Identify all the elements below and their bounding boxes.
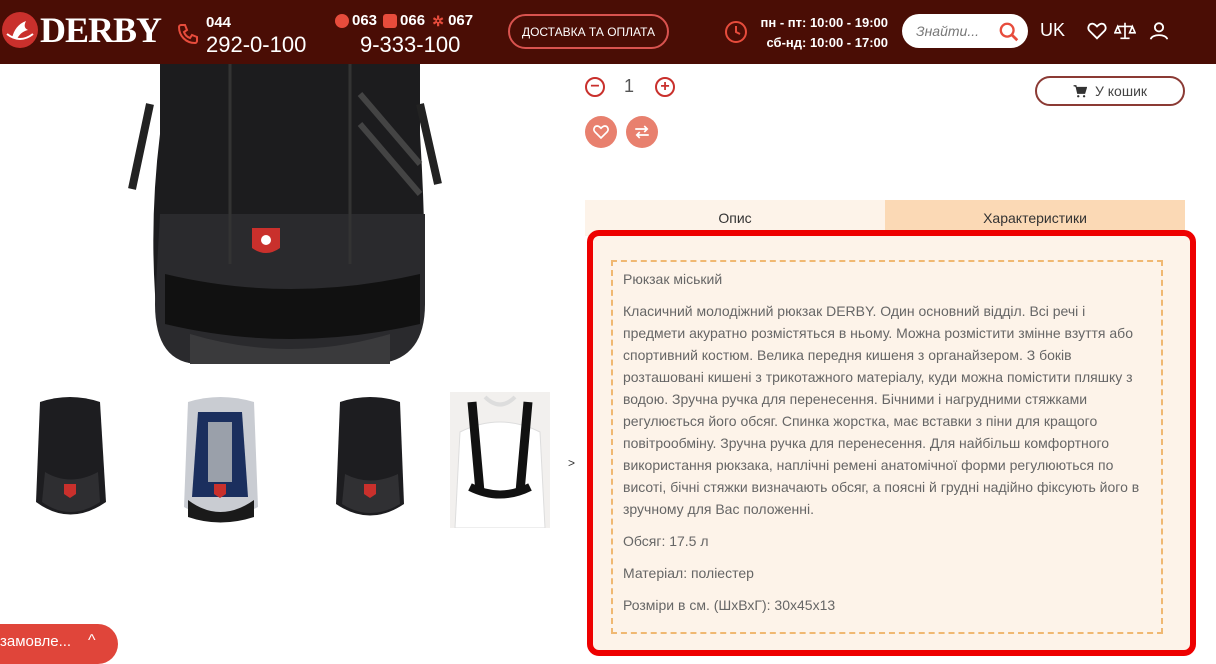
product-material: Матеріал: поліестер	[623, 565, 754, 581]
heart-icon	[593, 125, 609, 140]
phone-code: 044	[206, 14, 232, 31]
hours-weekdays: пн - пт: 10:00 - 19:00	[760, 15, 888, 30]
mobile-code: 063	[352, 12, 378, 29]
kyivstar-icon: ✲	[432, 12, 444, 29]
quantity-increase-button[interactable]: +	[655, 77, 675, 97]
product-description-box: Рюкзак міський Класичний молодіжний рюкз…	[611, 260, 1163, 634]
quantity-decrease-button[interactable]: −	[585, 77, 605, 97]
add-to-cart-label: У кошик	[1094, 83, 1148, 99]
add-to-cart-button[interactable]: У кошик	[1035, 76, 1185, 106]
heart-icon[interactable]	[1086, 20, 1108, 42]
orders-tab-label: замовле...	[0, 633, 72, 650]
search-input[interactable]	[916, 21, 990, 41]
logo[interactable]: DERBY	[2, 10, 162, 50]
tab-content-panel: Рюкзак міський Класичний молодіжний рюкз…	[587, 230, 1196, 656]
product-title: Рюкзак міський	[623, 271, 723, 287]
product-volume: Обсяг: 17.5 л	[623, 533, 709, 549]
site-header: DERBY 044 292-0-100 063 066 ✲ 067 9-333-1…	[0, 0, 1216, 64]
cart-icon	[1073, 85, 1087, 98]
vodafone-icon	[383, 13, 398, 28]
compare-arrows-icon	[635, 125, 649, 139]
user-icon[interactable]	[1148, 20, 1170, 42]
mobile-codes: 063 066 ✲ 067	[335, 12, 505, 29]
language-switch[interactable]: UK	[1040, 20, 1065, 41]
working-hours: пн - пт: 10:00 - 19:00 сб-нд: 10:00 - 17…	[752, 13, 888, 53]
mobile-phone[interactable]: 063 066 ✲ 067 9-333-100	[335, 12, 505, 57]
search-box[interactable]	[902, 14, 1028, 48]
delivery-payment-button[interactable]: ДОСТАВКА ТА ОПЛАТА	[508, 14, 669, 49]
orders-popup-tab[interactable]: замовле... ^	[0, 624, 118, 664]
horse-logo-icon	[2, 12, 38, 48]
thumbnail-worn-on-body[interactable]	[450, 392, 550, 528]
add-to-compare-button[interactable]	[626, 116, 658, 148]
clock-icon	[725, 21, 747, 43]
add-to-wishlist-button[interactable]	[585, 116, 617, 148]
thumbnail-strip	[18, 392, 578, 528]
thumbnail-black-front[interactable]	[20, 392, 120, 528]
compare-scales-icon[interactable]	[1114, 20, 1136, 42]
product-description-text: Класичний молодіжний рюкзак DERBY. Один …	[623, 303, 1140, 517]
chevron-up-icon: ^	[88, 632, 96, 649]
product-dimensions: Розміри в см. (ШхВхГ): 30х45х13	[623, 597, 836, 613]
mobile-code: 067	[448, 12, 474, 29]
quantity-value[interactable]: 1	[618, 76, 640, 97]
logo-text: DERBY	[40, 10, 162, 50]
lifecell-icon	[335, 13, 349, 28]
thumbnail-blue-grey[interactable]	[170, 392, 270, 528]
phone-number[interactable]: 292-0-100	[206, 32, 306, 58]
search-icon[interactable]	[998, 21, 1020, 43]
mobile-number[interactable]: 9-333-100	[360, 32, 460, 58]
thumbnails-next-arrow[interactable]: >	[568, 456, 575, 470]
product-main-image[interactable]	[120, 64, 450, 376]
mobile-code: 066	[400, 12, 426, 29]
hours-weekend: сб-нд: 10:00 - 17:00	[766, 35, 888, 50]
thumbnail-black-side[interactable]	[320, 392, 420, 528]
phone-icon	[177, 24, 198, 45]
